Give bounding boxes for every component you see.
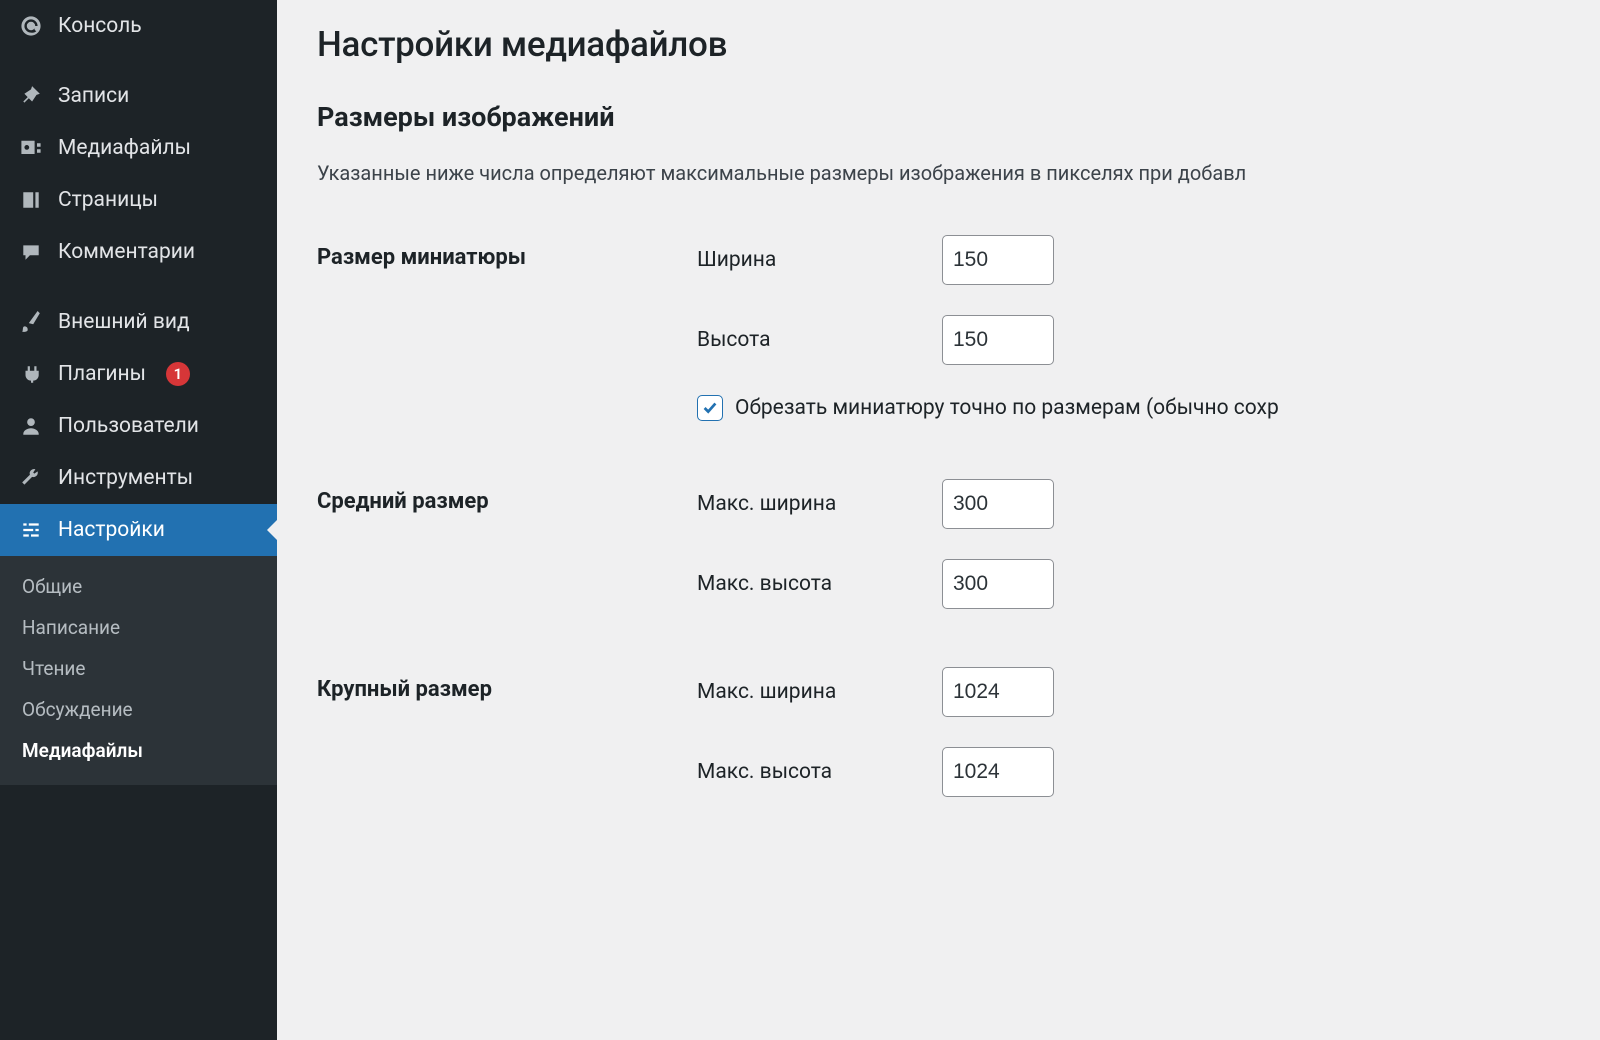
- thumbnail-crop-checkbox[interactable]: [697, 395, 723, 421]
- sidebar-item-label: Комментарии: [58, 240, 195, 264]
- settings-submenu: Общие Написание Чтение Обсуждение Медиаф…: [0, 556, 277, 785]
- medium-group-label: Средний размер: [317, 479, 697, 514]
- sidebar-item-label: Медиафайлы: [58, 136, 191, 160]
- section-description: Указанные ниже числа определяют максимал…: [317, 161, 1600, 185]
- sidebar-item-appearance[interactable]: Внешний вид: [0, 296, 277, 348]
- update-badge: 1: [166, 362, 190, 386]
- sidebar-item-comments[interactable]: Комментарии: [0, 226, 277, 278]
- thumbnail-height-input[interactable]: [942, 315, 1054, 365]
- sidebar-item-label: Настройки: [58, 518, 165, 542]
- wrench-icon: [18, 465, 44, 491]
- medium-width-input[interactable]: [942, 479, 1054, 529]
- thumbnail-width-input[interactable]: [942, 235, 1054, 285]
- medium-size-row: Средний размер Макс. ширина Макс. высота: [317, 479, 1600, 609]
- large-height-input[interactable]: [942, 747, 1054, 797]
- sidebar-item-dashboard[interactable]: Консоль: [0, 0, 277, 52]
- sidebar-item-label: Пользователи: [58, 414, 199, 438]
- medium-width-label: Макс. ширина: [697, 492, 942, 516]
- sidebar-item-users[interactable]: Пользователи: [0, 400, 277, 452]
- sidebar-item-label: Записи: [58, 84, 129, 108]
- sidebar-item-label: Консоль: [58, 14, 142, 38]
- large-width-input[interactable]: [942, 667, 1054, 717]
- sidebar-item-media[interactable]: Медиафайлы: [0, 122, 277, 174]
- submenu-item-general[interactable]: Общие: [0, 566, 277, 607]
- pin-icon: [18, 83, 44, 109]
- medium-height-label: Макс. высота: [697, 572, 942, 596]
- sidebar-item-pages[interactable]: Страницы: [0, 174, 277, 226]
- content-area: Настройки медиафайлов Размеры изображени…: [277, 0, 1600, 1040]
- large-group-label: Крупный размер: [317, 667, 697, 702]
- large-height-label: Макс. высота: [697, 760, 942, 784]
- sidebar-item-settings[interactable]: Настройки: [0, 504, 277, 556]
- submenu-item-media[interactable]: Медиафайлы: [0, 730, 277, 771]
- sidebar-item-label: Плагины: [58, 362, 146, 386]
- user-icon: [18, 413, 44, 439]
- sliders-icon: [18, 517, 44, 543]
- section-heading: Размеры изображений: [317, 101, 1600, 133]
- brush-icon: [18, 309, 44, 335]
- sidebar-item-label: Внешний вид: [58, 310, 190, 334]
- pages-icon: [18, 187, 44, 213]
- large-size-row: Крупный размер Макс. ширина Макс. высота: [317, 667, 1600, 797]
- thumbnail-height-label: Высота: [697, 328, 942, 352]
- thumbnail-size-row: Размер миниатюры Ширина Высота Обрезать …: [317, 235, 1600, 421]
- media-icon: [18, 135, 44, 161]
- comment-icon: [18, 239, 44, 265]
- sidebar-item-tools[interactable]: Инструменты: [0, 452, 277, 504]
- submenu-item-discussion[interactable]: Обсуждение: [0, 689, 277, 730]
- sidebar-item-plugins[interactable]: Плагины 1: [0, 348, 277, 400]
- thumbnail-width-label: Ширина: [697, 248, 942, 272]
- submenu-item-reading[interactable]: Чтение: [0, 648, 277, 689]
- sidebar-item-label: Инструменты: [58, 466, 193, 490]
- sidebar-item-label: Страницы: [58, 188, 158, 212]
- submenu-item-writing[interactable]: Написание: [0, 607, 277, 648]
- thumbnail-crop-label: Обрезать миниатюру точно по размерам (об…: [735, 396, 1279, 420]
- plug-icon: [18, 361, 44, 387]
- large-width-label: Макс. ширина: [697, 680, 942, 704]
- sidebar-item-posts[interactable]: Записи: [0, 70, 277, 122]
- dashboard-icon: [18, 13, 44, 39]
- page-title: Настройки медиафайлов: [317, 24, 1600, 65]
- medium-height-input[interactable]: [942, 559, 1054, 609]
- thumbnail-group-label: Размер миниатюры: [317, 235, 697, 270]
- admin-sidebar: Консоль Записи Медиафайлы Страницы Комме…: [0, 0, 277, 1040]
